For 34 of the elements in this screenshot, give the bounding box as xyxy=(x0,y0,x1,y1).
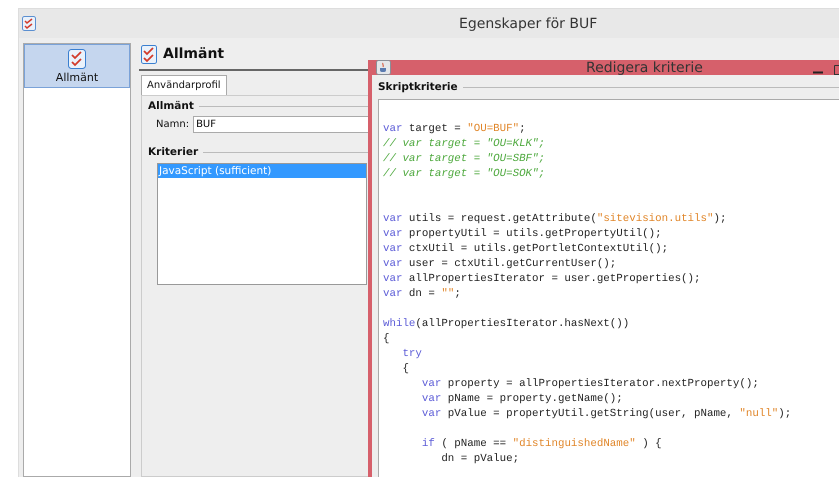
code-line: { xyxy=(383,332,390,347)
code-line: var utils = request.getAttribute("sitevision.utils"); xyxy=(383,212,728,227)
checklist-icon xyxy=(141,44,157,64)
code-line: var user = ctxUtil.getCurrentUser(); xyxy=(383,257,618,272)
code-line: dn = pValue; xyxy=(440,452,520,467)
code-line: while(allPropertiesIterator.hasNext()) xyxy=(383,317,630,332)
code-line: var ctxUtil = utils.getPortletContextUtil(); xyxy=(383,242,670,257)
field-label: Namn: xyxy=(156,119,190,130)
group-title: Kriterier xyxy=(148,146,198,158)
code-line: var pName = property.getName(); xyxy=(420,392,624,407)
dialog-title: Redigera kriterie xyxy=(586,60,703,76)
code-line: var dn = ""; xyxy=(383,287,462,302)
tab[interactable]: Användarprofil xyxy=(141,75,227,95)
code-line: // var target = "OU=KLK"; xyxy=(383,137,546,152)
checklist-icon xyxy=(22,16,36,31)
code-line: try xyxy=(401,347,423,362)
code-line: var allPropertiesIterator = user.getProperties(); xyxy=(383,272,702,287)
code-line: var propertyUtil = utils.getPropertyUtil(); xyxy=(383,227,663,242)
section-title: Allmänt xyxy=(163,46,224,62)
sidebar-item[interactable]: Allmänt xyxy=(24,44,130,88)
code-line: if ( pName == "distinguishedName" ) { xyxy=(420,437,663,452)
code-line: { xyxy=(401,362,410,377)
minimize-icon[interactable] xyxy=(813,71,823,74)
code-line: var pValue = propertyUtil.getString(user, pName, "null"); xyxy=(420,407,792,422)
code-line: var target = "OU=BUF"; xyxy=(383,122,527,137)
name-field[interactable]: BUF xyxy=(193,116,370,133)
code-line: // var target = "OU=SOK"; xyxy=(383,167,546,182)
code-line: // var target = "OU=SBF"; xyxy=(383,152,546,167)
window-title: Egenskaper för BUF xyxy=(459,16,598,32)
code-line: var property = allPropertiesIterator.nextProperty(); xyxy=(420,377,760,392)
group-title: Allmänt xyxy=(148,100,194,112)
group-title: Skriptkriterie xyxy=(378,81,458,93)
maximize-icon[interactable] xyxy=(834,65,839,75)
checklist-icon xyxy=(68,49,86,69)
